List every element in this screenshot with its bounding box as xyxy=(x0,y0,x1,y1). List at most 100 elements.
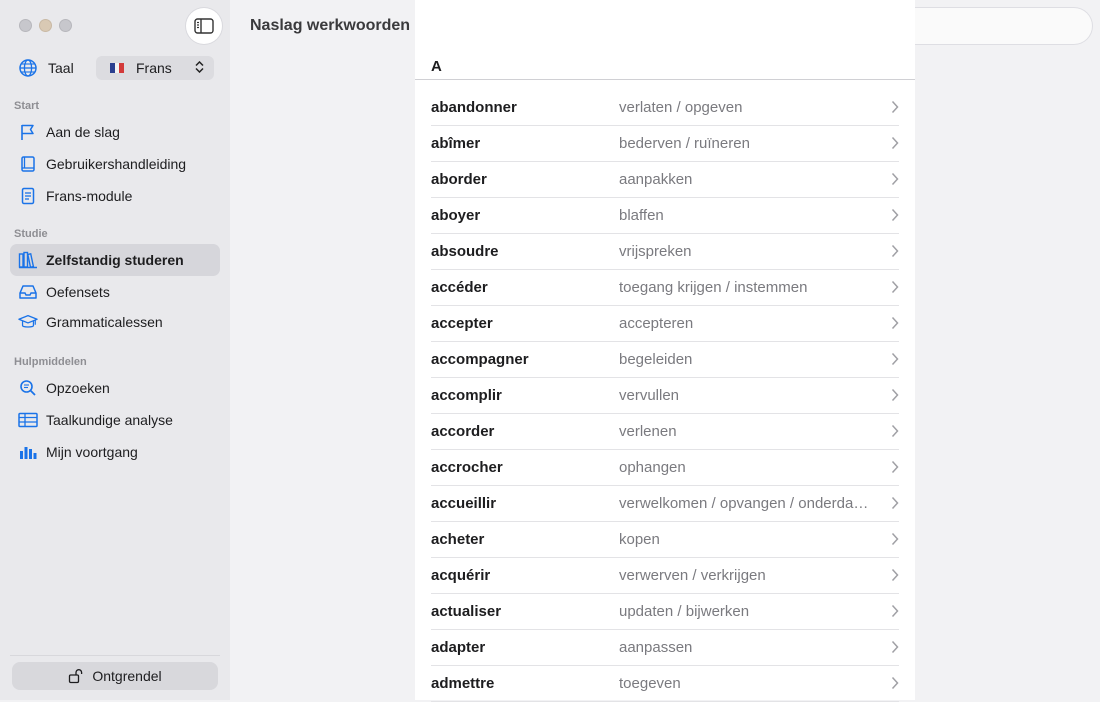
translation-label: bederven / ruïneren xyxy=(619,135,750,152)
chevron-right-icon xyxy=(891,208,899,222)
table-row[interactable]: accéder toegang krijgen / instemmen xyxy=(431,270,899,306)
sidebar-item-label: Taalkundige analyse xyxy=(46,412,173,428)
magnifier-text-icon xyxy=(18,378,38,398)
chevron-right-icon xyxy=(891,532,899,546)
translation-label: toegang krijgen / instemmen xyxy=(619,279,808,296)
sidebar-item-label: Oefensets xyxy=(46,284,110,300)
verb-label: admettre xyxy=(431,675,495,692)
verb-label: actualiser xyxy=(431,603,502,620)
sidebar-item-opzoeken[interactable]: Opzoeken xyxy=(10,372,220,404)
table-row[interactable]: actualiser updaten / bijwerken xyxy=(431,594,899,630)
close-window-button[interactable] xyxy=(19,19,32,32)
translation-label: verlaten / opgeven xyxy=(619,99,743,116)
table-row[interactable]: accomplir vervullen xyxy=(431,378,899,414)
table-row[interactable]: acquérir verwerven / verkrijgen xyxy=(431,558,899,594)
translation-label: vervullen xyxy=(619,387,680,404)
section-title-hulpmiddelen: Hulpmiddelen xyxy=(14,356,87,368)
sidebar-item-label: Mijn voortgang xyxy=(46,444,138,460)
sidebar-item-label: Opzoeken xyxy=(46,380,110,396)
document-icon xyxy=(18,186,38,206)
chevron-right-icon xyxy=(891,280,899,294)
chevron-right-icon xyxy=(891,316,899,330)
chevron-right-icon xyxy=(891,244,899,258)
unlock-label: Ontgrendel xyxy=(92,668,162,684)
table-row[interactable]: accorder verlenen xyxy=(431,414,899,450)
table-row[interactable]: abîmer bederven / ruïneren xyxy=(431,126,899,162)
verb-label: accéder xyxy=(431,279,488,296)
verb-label: accueillir xyxy=(431,495,497,512)
section-letter: A xyxy=(431,58,442,75)
chevron-right-icon xyxy=(891,388,899,402)
language-row: Taal Frans xyxy=(18,56,214,80)
sidebar-item-oefensets[interactable]: Oefensets xyxy=(10,276,220,308)
sidebar-divider xyxy=(10,655,220,656)
chevron-right-icon xyxy=(891,568,899,582)
table-row[interactable]: aborder aanpakken xyxy=(431,162,899,198)
verb-label: aborder xyxy=(431,171,487,188)
translation-label: accepteren xyxy=(619,315,694,332)
sidebar-item-mijn-voortgang[interactable]: Mijn voortgang xyxy=(10,436,220,468)
chevron-right-icon xyxy=(891,640,899,654)
table-row[interactable]: admettre toegeven xyxy=(431,666,899,702)
translation-label: kopen xyxy=(619,531,660,548)
unlock-icon xyxy=(69,669,83,684)
bar-chart-icon xyxy=(18,442,38,462)
verb-label: acheter xyxy=(431,531,485,548)
translation-label: aanpakken xyxy=(619,171,693,188)
table-row[interactable]: accompagner begeleiden xyxy=(431,342,899,378)
verb-label: accomplir xyxy=(431,387,502,404)
sidebar-toggle-button[interactable] xyxy=(186,8,222,44)
sidebar-item-aan-de-slag[interactable]: Aan de slag xyxy=(10,116,220,148)
verb-label: aboyer xyxy=(431,207,481,224)
book-icon xyxy=(18,154,38,174)
verb-label: absoudre xyxy=(431,243,499,260)
zoom-window-button[interactable] xyxy=(59,19,72,32)
table-row[interactable]: accepter accepteren xyxy=(431,306,899,342)
chevron-right-icon xyxy=(891,352,899,366)
verb-list-panel: A abandonner verlaten / opgeven abîmer bede… xyxy=(415,0,915,702)
verb-label: adapter xyxy=(431,639,486,656)
chevron-right-icon xyxy=(891,604,899,618)
unlock-button[interactable]: Ontgrendel xyxy=(12,662,218,690)
table-row[interactable]: accueillir verwelkomen / opvangen / onder… xyxy=(431,486,899,522)
chevron-up-down-icon xyxy=(195,60,204,76)
graduation-cap-icon xyxy=(18,312,38,332)
table-row[interactable]: adapter aanpassen xyxy=(431,630,899,666)
books-icon xyxy=(18,250,38,270)
table-row[interactable]: acheter kopen xyxy=(431,522,899,558)
translation-label: vrijspreken xyxy=(619,243,692,260)
translation-label: ophangen xyxy=(619,459,686,476)
sidebar-item-label: Aan de slag xyxy=(46,124,120,140)
globe-icon xyxy=(19,59,37,77)
verb-label: accrocher xyxy=(431,459,503,476)
chevron-right-icon xyxy=(891,136,899,150)
sidebar-item-frans-module[interactable]: Frans-module xyxy=(10,180,220,212)
table-icon xyxy=(18,410,38,430)
sidebar-item-zelfstandig-studeren[interactable]: Zelfstandig studeren xyxy=(10,244,220,276)
sidebar-icon xyxy=(194,18,214,34)
translation-label: verwelkomen / opvangen / onderda… xyxy=(619,495,869,512)
table-row[interactable]: abandonner verlaten / opgeven xyxy=(431,90,899,126)
verb-label: acquérir xyxy=(431,567,491,584)
verb-label: accompagner xyxy=(431,351,529,368)
sidebar-item-label: Grammaticalessen xyxy=(46,314,163,330)
sidebar-item-gebruikershandleiding[interactable]: Gebruikershandleiding xyxy=(10,148,220,180)
sidebar-item-grammaticalessen[interactable]: Grammaticalessen xyxy=(10,306,220,338)
minimize-window-button[interactable] xyxy=(39,19,52,32)
translation-label: aanpassen xyxy=(619,639,693,656)
verb-label: abandonner xyxy=(431,99,517,116)
translation-label: verwerven / verkrijgen xyxy=(619,567,766,584)
tray-icon xyxy=(18,282,38,302)
chevron-right-icon xyxy=(891,676,899,690)
french-flag-icon xyxy=(110,63,125,73)
section-title-start: Start xyxy=(14,100,40,112)
table-row[interactable]: aboyer blaffen xyxy=(431,198,899,234)
verb-label: accepter xyxy=(431,315,493,332)
language-value: Frans xyxy=(136,60,172,76)
chevron-right-icon xyxy=(891,496,899,510)
table-row[interactable]: absoudre vrijspreken xyxy=(431,234,899,270)
table-row[interactable]: accrocher ophangen xyxy=(431,450,899,486)
verb-label: abîmer xyxy=(431,135,481,152)
language-select[interactable]: Frans xyxy=(96,56,214,80)
sidebar-item-taalkundige-analyse[interactable]: Taalkundige analyse xyxy=(10,404,220,436)
